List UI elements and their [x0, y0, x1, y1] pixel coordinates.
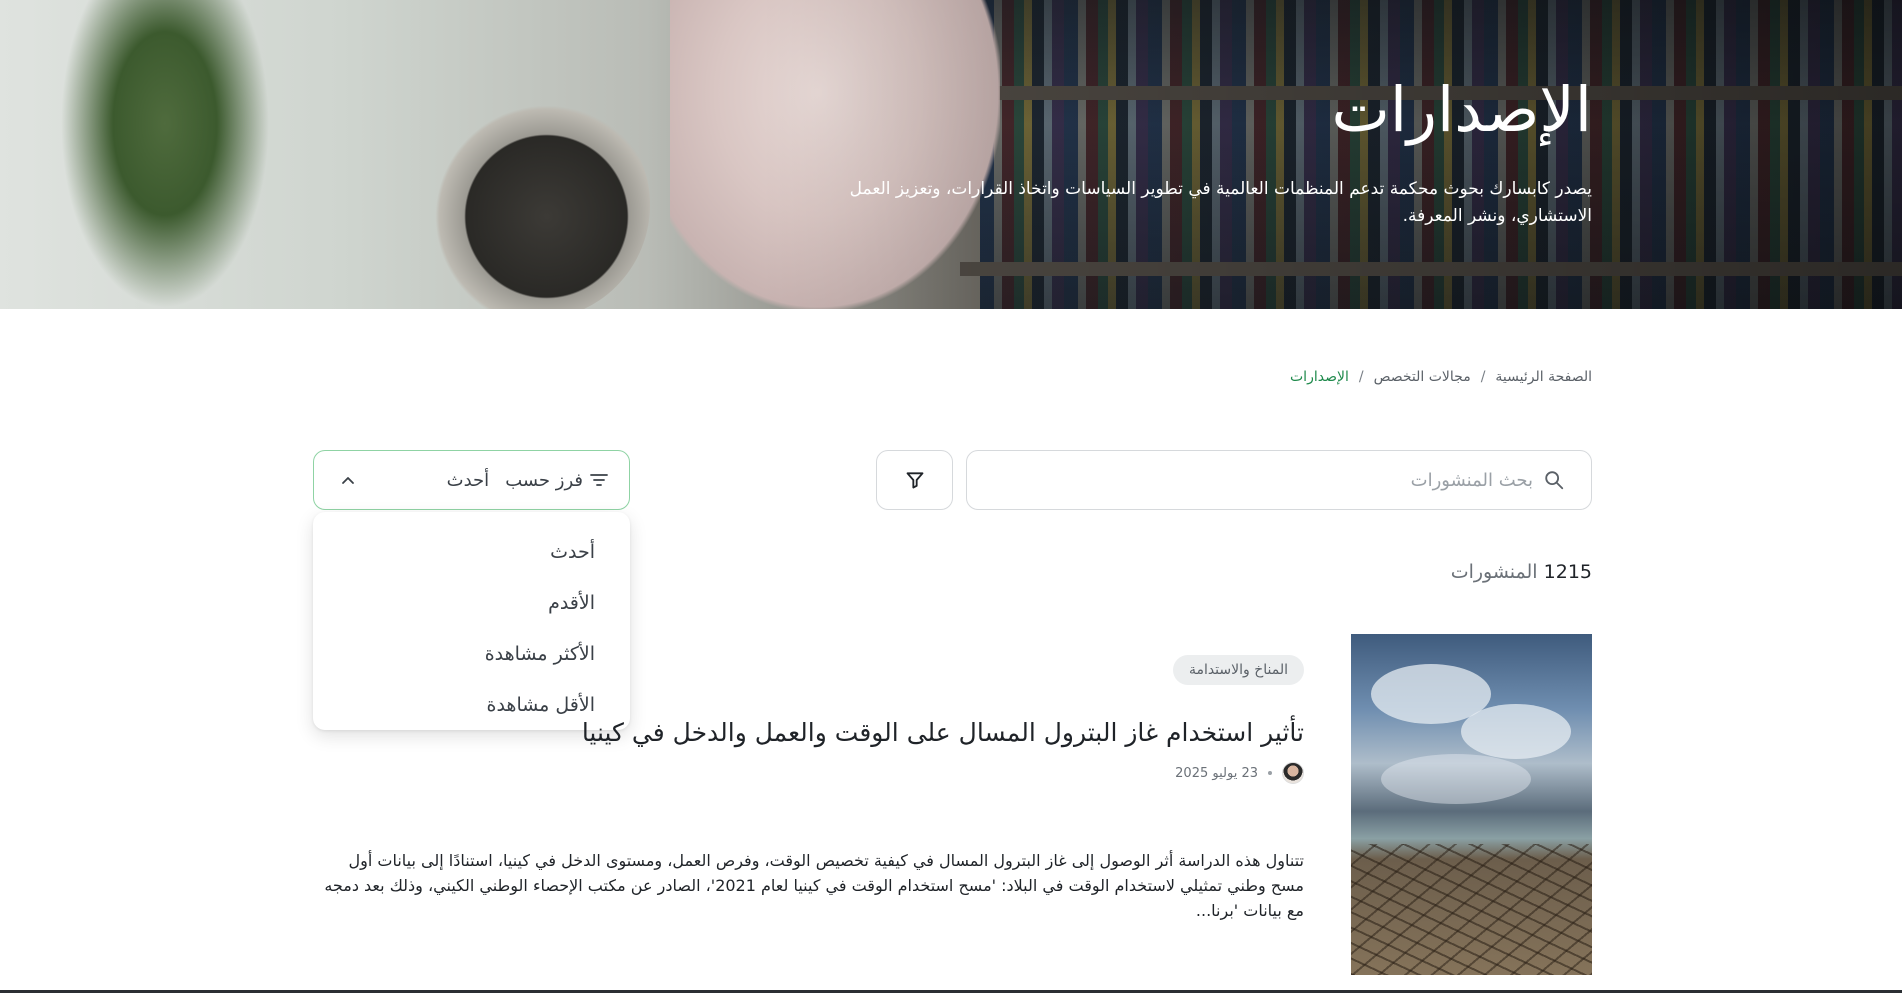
- meta-separator-dot: [1268, 771, 1272, 775]
- chevron-up-icon[interactable]: [340, 472, 356, 488]
- search-icon: [1543, 469, 1565, 491]
- hero-banner: الإصدارات يصدر كابسارك بحوث محكمة تدعم ا…: [0, 0, 1902, 309]
- sort-selected-value: أحدث: [446, 469, 490, 491]
- publication-meta: 23 يوليو 2025: [1175, 762, 1304, 784]
- sort-dropdown-menu: أحدث الأقدم الأكثر مشاهدة الأقل مشاهدة: [313, 512, 630, 730]
- publication-title[interactable]: تأثير استخدام غاز البترول المسال على الو…: [582, 718, 1304, 747]
- sort-option-most-viewed[interactable]: الأكثر مشاهدة: [313, 628, 630, 679]
- search-box[interactable]: [966, 450, 1592, 510]
- cloud-shape: [1461, 704, 1571, 759]
- results-count: 1215 المنشورات: [1451, 561, 1592, 583]
- breadcrumb-current: الإصدارات: [1290, 369, 1349, 385]
- publication-date: 23 يوليو 2025: [1175, 765, 1258, 781]
- breadcrumb-specialties[interactable]: مجالات التخصص: [1374, 369, 1471, 385]
- sort-option-oldest[interactable]: الأقدم: [313, 577, 630, 628]
- sort-lines-icon: [589, 472, 609, 488]
- sort-label: فرز حسب: [505, 470, 609, 491]
- results-count-label: المنشورات: [1450, 561, 1538, 583]
- sort-select[interactable]: فرز حسب أحدث: [313, 450, 630, 510]
- page-title: الإصدارات: [1331, 73, 1592, 146]
- search-input[interactable]: [1013, 469, 1533, 491]
- results-count-number: 1215: [1543, 561, 1592, 583]
- cracked-earth-pattern: [1351, 844, 1592, 975]
- publication-excerpt: تتناول هذه الدراسة أثر الوصول إلى غاز ال…: [324, 851, 1304, 920]
- hero-overlay: [0, 0, 1902, 309]
- sort-label-text: فرز حسب: [505, 469, 583, 491]
- author-avatar[interactable]: [1282, 762, 1304, 784]
- category-tag[interactable]: المناخ والاستدامة: [1172, 655, 1304, 685]
- cloud-shape: [1381, 754, 1531, 804]
- sort-option-newest[interactable]: أحدث: [313, 526, 630, 577]
- funnel-icon: [905, 470, 925, 490]
- page-description: يصدر كابسارك بحوث محكمة تدعم المنظمات ال…: [849, 179, 1592, 226]
- publication-thumbnail[interactable]: [1351, 634, 1592, 975]
- breadcrumb-separator: /: [1358, 369, 1364, 385]
- breadcrumb-separator: /: [1480, 369, 1486, 385]
- filter-button[interactable]: [876, 450, 953, 510]
- breadcrumb: الصفحة الرئيسية / مجالات التخصص / الإصدا…: [1290, 369, 1592, 385]
- breadcrumb-home[interactable]: الصفحة الرئيسية: [1495, 369, 1592, 385]
